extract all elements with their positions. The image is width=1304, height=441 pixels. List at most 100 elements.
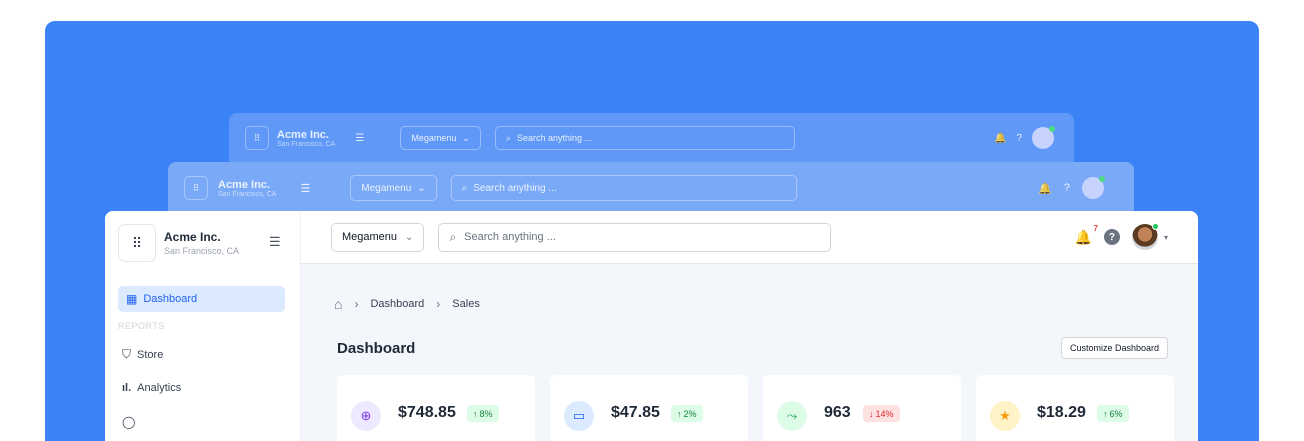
stat-change-badge: ↑ 6%: [1097, 405, 1129, 422]
app-window: ⠿ Acme Inc. San Francisco, CA ☰ ▦ Dashbo…: [105, 211, 1198, 441]
dashboard-icon: ▦: [126, 292, 138, 306]
ghost-megamenu: Megamenu ⌄: [350, 175, 437, 201]
grid-logo-icon: ⠿: [245, 126, 269, 150]
stat-change: 2%: [683, 408, 697, 419]
ghost-brand-name: Acme Inc.: [277, 128, 329, 141]
notifications-button[interactable]: 🔔 7: [1074, 224, 1098, 246]
stat-change: 14%: [875, 408, 894, 419]
chevron-down-icon: ⌄: [405, 231, 414, 243]
sidebar-item-dashboard[interactable]: ▦ Dashboard: [118, 286, 285, 312]
ghost-brand: Acme Inc. San Francisco, CA: [218, 179, 276, 198]
brand-name: Acme Inc.: [164, 230, 221, 244]
stat-card: ⊕ $748.85 ↑ 8%: [337, 375, 535, 441]
ghost-search-placeholder: Search anything ...: [516, 133, 592, 143]
basket-icon: ⛉: [122, 347, 132, 361]
customize-dashboard-button[interactable]: Customize Dashboard: [1060, 337, 1168, 359]
ghost-megamenu-label: Megamenu: [411, 133, 457, 143]
globe-icon: ◯: [122, 415, 136, 429]
page-title: Dashboard: [337, 340, 416, 357]
ghost-brand-name: Acme Inc.: [218, 178, 270, 191]
sidebar: ⠿ Acme Inc. San Francisco, CA ☰ ▦ Dashbo…: [105, 211, 301, 441]
breadcrumb-item[interactable]: Sales: [452, 298, 480, 310]
brand[interactable]: ⠿ Acme Inc. San Francisco, CA: [118, 224, 239, 262]
stat-value: $748.85: [398, 404, 456, 421]
stat-card: ⤳ 963 ↓ 14%: [763, 375, 961, 441]
avatar: [1032, 126, 1055, 149]
search-input[interactable]: ⌕ Search anything ...: [438, 222, 832, 252]
bar-chart-icon: ıl.: [122, 382, 132, 394]
search-icon: ⌕: [505, 132, 511, 143]
stat-value: $18.29: [1037, 404, 1086, 421]
arrow-up-icon: ↑: [1103, 408, 1108, 419]
help-icon: ?: [1016, 132, 1022, 144]
breadcrumb: ⌂ › Dashboard › Sales: [334, 296, 480, 312]
avatar[interactable]: [1131, 223, 1159, 250]
stat-change-badge: ↓ 14%: [863, 405, 900, 422]
help-icon: ?: [1063, 182, 1070, 194]
chevron-down-icon: ⌄: [462, 132, 470, 143]
online-dot: [1099, 176, 1105, 182]
sidebar-item-store[interactable]: ⛉ Store: [122, 347, 163, 362]
chevron-down-icon: ⌄: [417, 182, 426, 194]
stat-value: $47.85: [611, 404, 660, 421]
trend-arrow-icon: ⤳: [777, 401, 807, 431]
ghost-brand-location: San Francisco, CA: [218, 190, 277, 198]
stat-value: 963: [824, 404, 851, 421]
chevron-down-icon[interactable]: ▾: [1164, 233, 1168, 242]
notification-count: 7: [1093, 223, 1098, 233]
sidebar-item-partial[interactable]: ◯: [122, 415, 135, 429]
home-icon[interactable]: ⌂: [334, 296, 342, 312]
ghost-top-right: 🔔 ?: [993, 126, 1055, 149]
sidebar-item-label: Store: [137, 348, 164, 361]
stat-change-badge: ↑ 2%: [671, 405, 703, 422]
megamenu-label: Megamenu: [342, 231, 398, 243]
grid-logo-icon: ⠿: [118, 224, 156, 262]
sidebar-item-label: Dashboard: [143, 293, 198, 305]
chevron-right-icon: ›: [354, 297, 359, 311]
breadcrumb-item[interactable]: Dashboard: [370, 298, 424, 310]
collapse-icon: ☰: [300, 182, 311, 195]
chevron-right-icon: ›: [436, 297, 441, 311]
arrow-up-icon: ↑: [677, 408, 682, 419]
megamenu-dropdown[interactable]: Megamenu ⌄: [331, 222, 425, 252]
search-icon: ⌕: [449, 229, 457, 244]
online-dot: [1049, 126, 1055, 132]
bell-icon: 🔔: [1074, 228, 1092, 245]
stat-change-badge: ↑ 8%: [467, 405, 499, 422]
bell-icon: 🔔: [993, 132, 1007, 144]
search-icon: ⌕: [461, 182, 468, 194]
search-placeholder: Search anything ...: [464, 231, 556, 243]
stat-card: ▭ $47.85 ↑ 2%: [550, 375, 748, 441]
ghost-frame-middle: ⠿ Acme Inc. San Francisco, CA ☰ Megamenu…: [168, 162, 1134, 214]
avatar: [1082, 176, 1105, 199]
plus-circle-icon: ⊕: [351, 401, 381, 431]
stat-change: 6%: [1109, 408, 1123, 419]
collapse-sidebar-icon[interactable]: ☰: [269, 234, 281, 250]
ghost-search: ⌕ Search anything ...: [450, 175, 797, 201]
bell-icon: 🔔: [1038, 182, 1052, 195]
topbar-actions: 🔔 7 ? ▾: [1074, 223, 1168, 250]
ghost-brand: Acme Inc. San Francisco, CA: [277, 129, 335, 148]
ghost-frame-back: ⠿ Acme Inc. San Francisco, CA ☰ Megamenu…: [229, 113, 1074, 163]
help-icon[interactable]: ?: [1103, 229, 1120, 245]
ghost-search-placeholder: Search anything ...: [473, 182, 557, 194]
arrow-down-icon: ↓: [869, 408, 874, 419]
sidebar-item-label: Analytics: [137, 382, 182, 394]
brand-text: Acme Inc. San Francisco, CA: [164, 230, 239, 256]
sidebar-item-analytics[interactable]: ıl. Analytics: [122, 382, 181, 394]
showcase-background: ⠿ Acme Inc. San Francisco, CA ☰ Megamenu…: [45, 21, 1259, 441]
ghost-megamenu-label: Megamenu: [361, 182, 412, 194]
section-heading-reports: REPORTS: [118, 321, 165, 331]
main-content: ⌂ › Dashboard › Sales Dashboard Customiz…: [301, 264, 1198, 441]
ghost-brand-location: San Francisco, CA: [277, 140, 336, 148]
star-icon: ★: [990, 401, 1020, 431]
brand-location: San Francisco, CA: [164, 246, 240, 256]
banknote-icon: ▭: [564, 401, 594, 431]
stat-card: ★ $18.29 ↑ 6%: [976, 375, 1174, 441]
collapse-icon: ☰: [355, 132, 365, 144]
ghost-search: ⌕ Search anything ...: [494, 126, 795, 150]
arrow-up-icon: ↑: [473, 408, 478, 419]
online-dot: [1151, 223, 1159, 230]
ghost-top-right: 🔔 ?: [1038, 176, 1105, 199]
topbar: Megamenu ⌄ ⌕ Search anything ... 🔔 7 ? ▾: [301, 211, 1198, 264]
